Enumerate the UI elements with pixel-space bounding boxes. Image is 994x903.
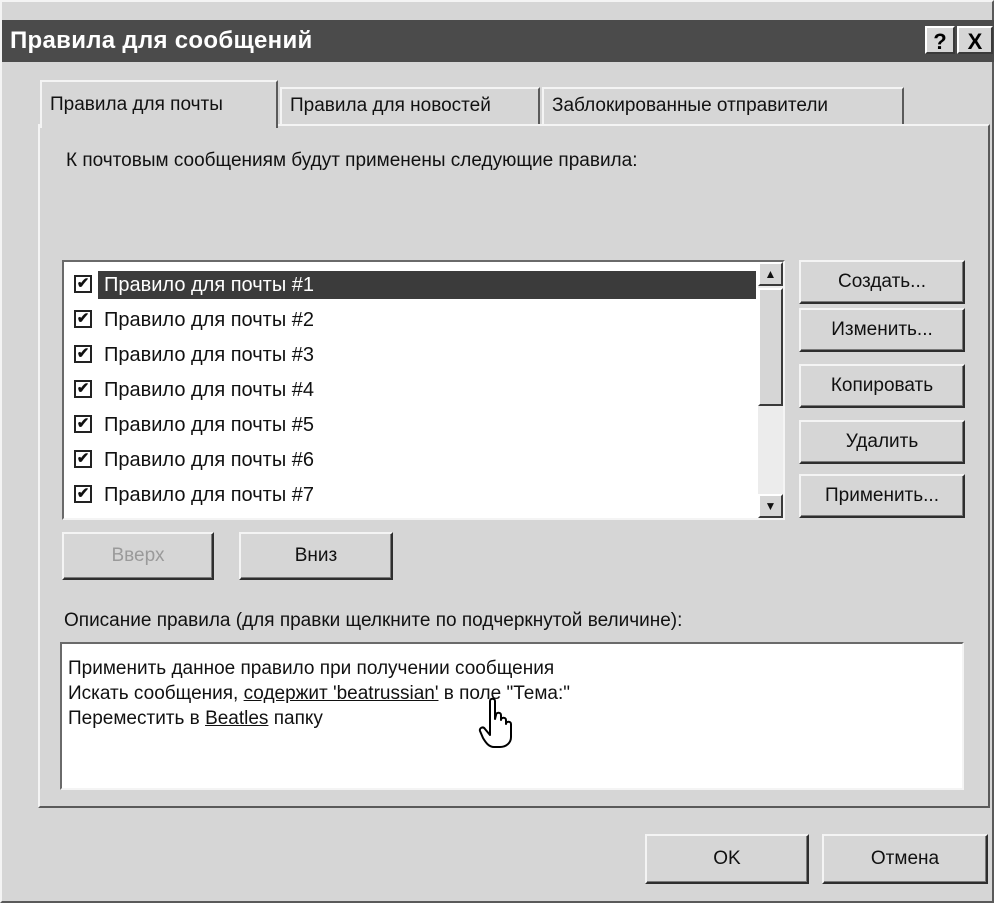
rule-checkbox[interactable]: ✔ <box>74 380 92 398</box>
message-rules-dialog: Правила для сообщений ? X Правила для по… <box>0 0 994 903</box>
subject-condition-link[interactable]: содержит 'beatrussian' <box>244 683 439 704</box>
rule-item-2[interactable]: ✔ Правило для почты #2 <box>68 303 756 337</box>
cancel-button[interactable]: Отмена <box>822 834 988 884</box>
window-title: Правила для сообщений <box>10 27 313 54</box>
rule-item-6[interactable]: ✔ Правило для почты #6 <box>68 443 756 477</box>
rule-item-3[interactable]: ✔ Правило для почты #3 <box>68 338 756 372</box>
tab-news-rules[interactable]: Правила для новостей <box>280 87 540 125</box>
rules-list-scrollbar[interactable]: ▲ ▼ <box>758 262 783 518</box>
description-line: Применить данное правило при получении с… <box>68 658 555 679</box>
rule-checkbox[interactable]: ✔ <box>74 345 92 363</box>
ok-button[interactable]: OK <box>645 834 809 884</box>
title-bar: Правила для сообщений ? X <box>2 20 994 62</box>
rules-heading: К почтовым сообщениям будут применены сл… <box>66 150 638 171</box>
rule-checkbox[interactable]: ✔ <box>74 310 92 328</box>
move-up-button[interactable]: Вверх <box>62 532 214 580</box>
rule-label: Правило для почты #4 <box>104 379 314 401</box>
description-text: Искать сообщения, <box>68 683 244 704</box>
tab-mail-rules[interactable]: Правила для почты <box>40 80 278 128</box>
apply-rule-button[interactable]: Применить... <box>799 474 965 518</box>
rule-item-4[interactable]: ✔ Правило для почты #4 <box>68 373 756 407</box>
rule-label: Правило для почты #7 <box>104 484 314 506</box>
move-down-button[interactable]: Вниз <box>239 532 393 580</box>
scrollbar-thumb[interactable] <box>758 288 783 406</box>
scroll-up-arrow-icon[interactable]: ▲ <box>758 262 783 286</box>
rule-label: Правило для почты #2 <box>104 309 314 331</box>
rule-description-label: Описание правила (для правки щелкните по… <box>64 610 683 631</box>
rule-item-1[interactable]: ✔ Правило для почты #1 <box>68 268 756 302</box>
rule-item-7[interactable]: ✔ Правило для почты #7 <box>68 478 756 512</box>
help-button[interactable]: ? <box>925 26 955 54</box>
folder-link[interactable]: Beatles <box>205 708 268 729</box>
rule-checkbox[interactable]: ✔ <box>74 415 92 433</box>
rules-list[interactable]: ✔ Правило для почты #1 ✔ Правило для поч… <box>62 260 785 520</box>
scroll-down-arrow-icon[interactable]: ▼ <box>758 494 783 518</box>
rule-checkbox[interactable]: ✔ <box>74 485 92 503</box>
tab-blocked-senders[interactable]: Заблокированные отправители <box>542 87 904 125</box>
description-text: папку <box>268 708 323 729</box>
rule-label: Правило для почты #5 <box>104 414 314 436</box>
description-line: Переместить в Beatles папку <box>68 706 962 731</box>
hand-pointer-icon <box>478 697 512 748</box>
rule-label: Правило для почты #1 <box>98 271 756 299</box>
rule-item-5[interactable]: ✔ Правило для почты #5 <box>68 408 756 442</box>
copy-rule-button[interactable]: Копировать <box>799 364 965 408</box>
close-button[interactable]: X <box>957 26 993 54</box>
description-line: Искать сообщения, содержит 'beatrussian'… <box>68 681 962 706</box>
rule-checkbox[interactable]: ✔ <box>74 450 92 468</box>
rule-checkbox[interactable]: ✔ <box>74 275 92 293</box>
create-rule-button[interactable]: Создать... <box>799 260 965 304</box>
rule-label: Правило для почты #3 <box>104 344 314 366</box>
rule-label: Правило для почты #6 <box>104 449 314 471</box>
edit-rule-button[interactable]: Изменить... <box>799 308 965 352</box>
delete-rule-button[interactable]: Удалить <box>799 420 965 464</box>
description-text: Переместить в <box>68 708 206 729</box>
